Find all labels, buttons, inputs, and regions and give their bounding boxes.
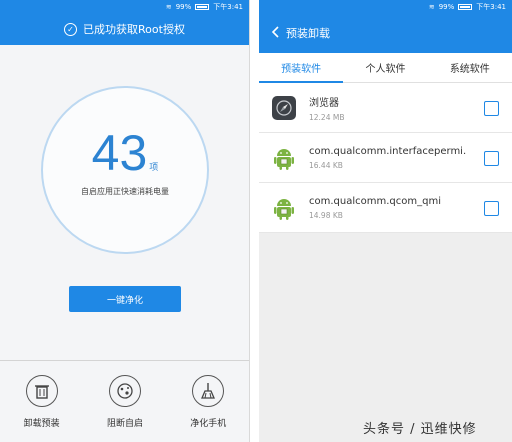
block-autostart-button[interactable]: 阻断自启 xyxy=(90,375,160,442)
page-title: 预装卸载 xyxy=(286,27,330,40)
list-item[interactable]: com.qualcomm.qcom_qmi 14.98 KB xyxy=(259,183,512,233)
app-checkbox[interactable] xyxy=(484,151,499,166)
status-bar: ≋ 99% 下午3:41 xyxy=(259,0,512,13)
android-icon xyxy=(274,148,294,170)
app-checkbox[interactable] xyxy=(484,201,499,216)
app-size: 14.98 KB xyxy=(309,210,343,220)
startup-count-ring: 43 项 自启应用正快速消耗电量 xyxy=(41,86,209,254)
startup-count-number: 43 xyxy=(91,125,148,181)
page-header: 预装卸载 xyxy=(259,13,512,53)
battery-level: 99% xyxy=(175,2,192,11)
wifi-icon: ≋ xyxy=(428,2,435,11)
uninstall-preinstalled-button[interactable]: 卸载预装 xyxy=(7,375,77,442)
bottom-toolbar: 卸载预装 阻断自启 净化手机 xyxy=(0,360,249,442)
list-item[interactable]: 浏览器 12.24 MB xyxy=(259,83,512,133)
battery-level: 99% xyxy=(438,2,455,11)
preinstall-uninstall-screen: ≋ 99% 下午3:41 预装卸载 预装软件 个人软件 系统软件 浏览器 12.… xyxy=(259,0,512,442)
app-size: 16.44 KB xyxy=(309,160,343,170)
trash-icon xyxy=(25,375,58,407)
watermark: 头条号 / 迅维快修 xyxy=(363,422,477,437)
clean-phone-label: 净化手机 xyxy=(190,419,227,429)
root-cleaner-screen: ≋ 99% 下午3:41 ✓ 已成功获取Root授权 43 项 自启应用正快速消耗… xyxy=(0,0,250,442)
startup-count-unit: 项 xyxy=(149,163,159,173)
app-name: 浏览器 xyxy=(309,97,339,109)
startup-count: 43 项 xyxy=(43,124,207,182)
app-list: 浏览器 12.24 MB com.qualcomm.interfacepermi… xyxy=(259,83,512,233)
broom-icon xyxy=(192,375,225,407)
block-autostart-label: 阻断自启 xyxy=(106,419,143,429)
browser-icon xyxy=(272,95,296,120)
root-status-header: ✓ 已成功获取Root授权 xyxy=(0,13,249,45)
status-bar: ≋ 99% 下午3:41 xyxy=(0,0,249,13)
check-circle-icon: ✓ xyxy=(64,22,78,36)
clock: 下午3:41 xyxy=(213,2,243,11)
clean-phone-button[interactable]: 净化手机 xyxy=(173,375,243,442)
battery-icon xyxy=(195,3,210,10)
tab-personal[interactable]: 个人软件 xyxy=(343,53,427,82)
list-item[interactable]: com.qualcomm.interfacepermi. 16.44 KB xyxy=(259,133,512,183)
app-checkbox[interactable] xyxy=(484,101,499,116)
app-size: 12.24 MB xyxy=(309,112,345,122)
uninstall-preinstalled-label: 卸载预装 xyxy=(23,419,60,429)
block-icon xyxy=(108,375,141,407)
tab-preinstalled[interactable]: 预装软件 xyxy=(259,53,344,83)
root-status-title: 已成功获取Root授权 xyxy=(83,23,185,36)
tab-bar: 预装软件 个人软件 系统软件 xyxy=(259,53,512,83)
app-name: com.qualcomm.interfacepermi. xyxy=(309,145,467,157)
wifi-icon: ≋ xyxy=(165,2,172,11)
clock: 下午3:41 xyxy=(476,2,506,11)
one-click-clean-button[interactable]: 一键净化 xyxy=(69,286,181,312)
android-icon xyxy=(274,198,294,220)
battery-icon xyxy=(458,3,473,10)
tab-system[interactable]: 系统软件 xyxy=(428,53,512,82)
back-arrow-icon[interactable] xyxy=(271,25,279,41)
startup-count-subtitle: 自启应用正快速消耗电量 xyxy=(81,187,169,196)
app-name: com.qualcomm.qcom_qmi xyxy=(309,195,441,207)
